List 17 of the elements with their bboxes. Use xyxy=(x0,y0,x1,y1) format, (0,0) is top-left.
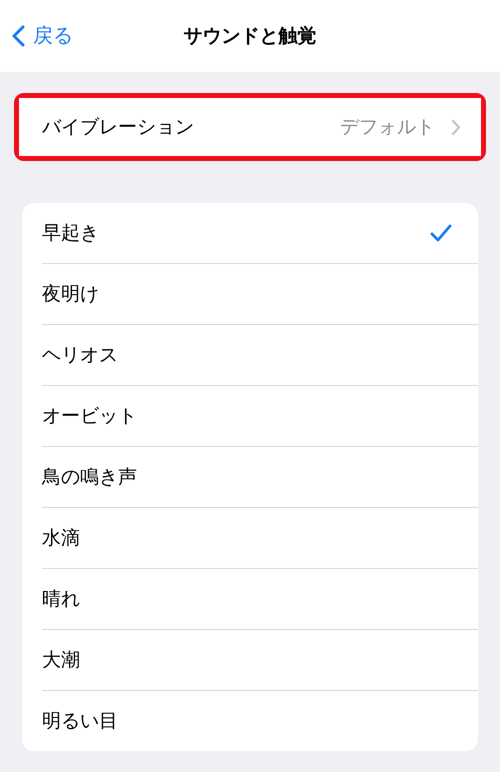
chevron-left-icon xyxy=(12,24,25,46)
tone-item[interactable]: 明るい目 xyxy=(42,690,478,751)
tone-item[interactable]: 早起き xyxy=(42,203,478,263)
tone-item[interactable]: 鳥の鳴き声 xyxy=(42,446,478,507)
tone-item[interactable]: 夜明け xyxy=(42,263,478,324)
tone-item[interactable]: 大潮 xyxy=(42,629,478,690)
vibration-value: デフォルト xyxy=(340,115,435,140)
tone-item[interactable]: ヘリオス xyxy=(42,324,478,385)
screen-title: サウンドと触覚 xyxy=(184,24,316,49)
vibration-row[interactable]: バイブレーション デフォルト xyxy=(19,98,481,156)
tone-item[interactable]: 晴れ xyxy=(42,568,478,629)
vibration-label: バイブレーション xyxy=(42,115,195,140)
checkmark-icon xyxy=(430,224,452,242)
tone-item[interactable]: オービット xyxy=(42,385,478,446)
tone-item[interactable]: 水滴 xyxy=(42,507,478,568)
chevron-right-icon xyxy=(451,118,461,136)
back-button[interactable]: 戻る xyxy=(12,22,73,49)
